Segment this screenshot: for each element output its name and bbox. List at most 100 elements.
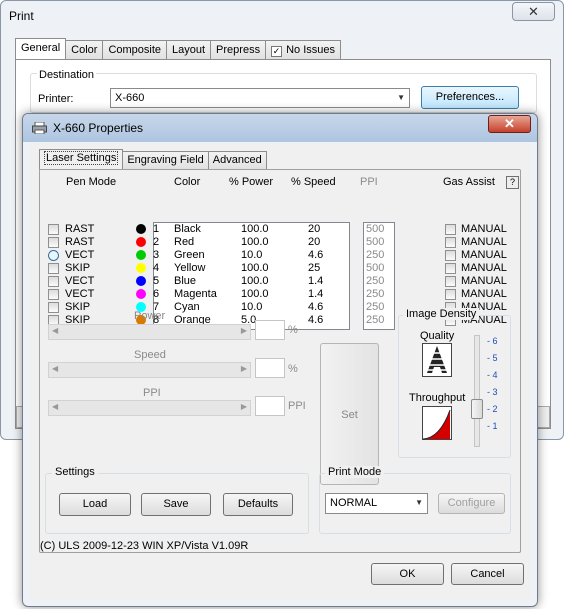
pen-ppi-value: 250 — [366, 288, 385, 300]
speed-slider[interactable]: ◀ ▶ — [48, 362, 251, 378]
set-button[interactable]: Set — [320, 343, 379, 485]
print-mode-label: Print Mode — [325, 466, 385, 478]
pen-speed-value: 1.4 — [308, 275, 324, 287]
tab-laser-settings-label: Laser Settings — [44, 151, 119, 165]
tab-composite[interactable]: Composite — [102, 40, 168, 59]
defaults-button[interactable]: Defaults — [223, 493, 293, 516]
pen-power-value: 10.0 — [241, 249, 263, 261]
pen-mode-checkbox[interactable] — [48, 276, 59, 287]
pen-mode-radio[interactable] — [48, 250, 59, 261]
power-unit: % — [288, 324, 298, 336]
pen-color-name: Magenta — [174, 288, 217, 300]
preferences-button[interactable]: Preferences... — [421, 86, 519, 109]
tab-advanced[interactable]: Advanced — [207, 151, 267, 169]
pen-number: 6 — [153, 288, 160, 300]
gas-assist-value: MANUAL — [461, 223, 507, 235]
gas-assist-checkbox[interactable] — [445, 289, 456, 300]
gas-assist-value: MANUAL — [461, 236, 507, 248]
gas-assist-value: MANUAL — [461, 262, 507, 274]
configure-button[interactable]: Configure — [438, 493, 505, 514]
ppi-slider[interactable]: ◀ ▶ — [48, 400, 251, 416]
gas-assist-checkbox[interactable] — [445, 224, 456, 235]
pen-mode-header: Pen Mode — [66, 176, 117, 188]
power-input[interactable] — [255, 320, 285, 340]
color-swatch-icon — [136, 237, 146, 247]
destination-label: Destination — [37, 69, 97, 81]
pen-ppi-value: 250 — [366, 275, 385, 287]
color-swatch-icon — [136, 250, 146, 260]
pen-speed-value: 4.6 — [308, 249, 324, 261]
gas-assist-checkbox[interactable] — [445, 263, 456, 274]
ppi-unit: PPI — [288, 400, 306, 412]
printer-select-value: X-660 — [115, 92, 145, 104]
ok-button[interactable]: OK — [371, 563, 444, 585]
color-swatch-icon — [136, 289, 146, 299]
gas-assist-value: MANUAL — [461, 288, 507, 300]
load-button[interactable]: Load — [59, 493, 131, 516]
pen-mode-value: RAST — [65, 223, 95, 235]
pen-power-value: 100.0 — [241, 275, 269, 287]
pen-power-value: 100.0 — [241, 236, 269, 248]
pen-number: 2 — [153, 236, 160, 248]
hidden-button-right — [536, 406, 550, 428]
pen-speed-value: 25 — [308, 262, 321, 274]
pen-speed-value: 4.6 — [308, 314, 324, 326]
pen-power-value: 100.0 — [241, 288, 269, 300]
print-dialog-title: Print — [9, 9, 34, 23]
printer-icon — [32, 122, 47, 134]
right-arrow-icon: ▶ — [240, 402, 247, 411]
power-slider[interactable]: ◀ ▶ — [48, 324, 251, 340]
properties-title: X-660 Properties — [53, 121, 144, 135]
density-track — [474, 335, 480, 447]
pen-mode-checkbox[interactable] — [48, 224, 59, 235]
power-slider-label: Power — [134, 310, 166, 322]
density-tick-label: - 1 — [487, 421, 498, 431]
tab-no-issues[interactable]: ✓ No Issues — [265, 40, 341, 59]
left-arrow-icon: ◀ — [52, 364, 59, 373]
pen-mode-value: VECT — [65, 275, 95, 287]
pen-mode-value: SKIP — [65, 262, 91, 274]
pen-mode-checkbox[interactable] — [48, 237, 59, 248]
save-button[interactable]: Save — [141, 493, 211, 516]
pen-ppi-value: 500 — [366, 223, 385, 235]
gas-assist-checkbox[interactable] — [445, 237, 456, 248]
pen-speed-value: 1.4 — [308, 288, 324, 300]
pen-mode-checkbox[interactable] — [48, 289, 59, 300]
speed-input[interactable] — [255, 358, 285, 378]
help-button[interactable]: ? — [506, 176, 519, 189]
pen-number: 3 — [153, 249, 160, 261]
tab-prepress[interactable]: Prepress — [210, 40, 267, 59]
ppi-input[interactable] — [255, 396, 285, 416]
tab-general[interactable]: General — [15, 38, 67, 59]
ppi-slider-label: PPI — [143, 387, 161, 399]
print-close-button[interactable]: ✕ — [512, 2, 555, 21]
tab-layout[interactable]: Layout — [166, 40, 212, 59]
gas-assist-checkbox[interactable] — [445, 250, 456, 261]
color-swatch-icon — [136, 263, 146, 273]
pen-color-name: Red — [174, 236, 195, 248]
pen-mode-checkbox[interactable] — [48, 263, 59, 274]
pen-ppi-value: 250 — [366, 301, 385, 313]
tab-color[interactable]: Color — [65, 40, 104, 59]
print-mode-select[interactable]: NORMAL ▼ — [325, 493, 428, 514]
tab-engraving-field[interactable]: Engraving Field — [122, 151, 209, 169]
pen-mode-checkbox[interactable] — [48, 302, 59, 313]
left-arrow-icon: ◀ — [52, 402, 59, 411]
gas-assist-value: MANUAL — [461, 275, 507, 287]
throughput-label: Throughput — [409, 392, 466, 404]
density-slider-thumb[interactable] — [471, 399, 483, 419]
print-tabs: General Color Composite Layout Prepress … — [15, 38, 341, 59]
speed-header: % Speed — [291, 176, 336, 188]
printer-select[interactable]: X-660 ▼ — [110, 88, 410, 108]
properties-dialog: X-660 Properties ✕ Laser Settings Engrav… — [22, 113, 538, 607]
cancel-button[interactable]: Cancel — [451, 563, 524, 585]
gas-assist-header: Gas Assist — [443, 176, 495, 188]
gas-assist-checkbox[interactable] — [445, 276, 456, 287]
pen-power-value: 100.0 — [241, 223, 269, 235]
tab-laser-settings[interactable]: Laser Settings — [39, 149, 124, 169]
density-tick-label: - 5 — [487, 353, 498, 363]
pen-color-name: Green — [174, 249, 205, 261]
speed-unit: % — [288, 363, 298, 375]
pen-ppi-value: 500 — [366, 262, 385, 274]
properties-close-button[interactable]: ✕ — [488, 115, 531, 133]
